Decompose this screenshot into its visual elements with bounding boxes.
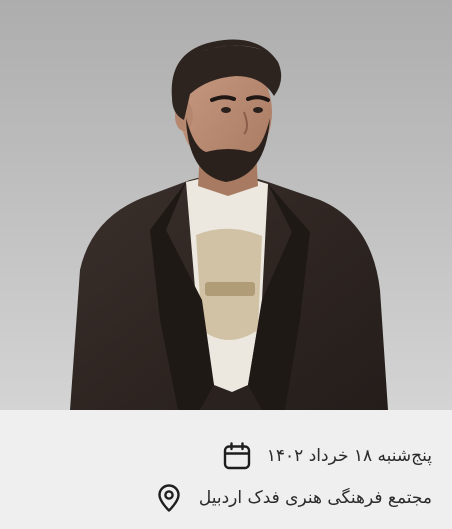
performer-portrait: [0, 0, 452, 410]
event-date-row: پنج‌شنبه ۱۸ خرداد ۱۴۰۲: [221, 440, 432, 472]
event-details: پنج‌شنبه ۱۸ خرداد ۱۴۰۲ مجتمع فرهنگی هنری…: [0, 410, 452, 529]
event-photo: [0, 0, 452, 410]
event-card[interactable]: پنج‌شنبه ۱۸ خرداد ۱۴۰۲ مجتمع فرهنگی هنری…: [0, 0, 452, 529]
event-venue-text: مجتمع فرهنگی هنری فدک اردبیل: [198, 488, 432, 508]
location-pin-icon: [153, 482, 185, 514]
calendar-icon: [221, 440, 253, 472]
event-date-text: پنج‌شنبه ۱۸ خرداد ۱۴۰۲: [266, 446, 432, 466]
event-venue-row: مجتمع فرهنگی هنری فدک اردبیل: [153, 482, 432, 514]
